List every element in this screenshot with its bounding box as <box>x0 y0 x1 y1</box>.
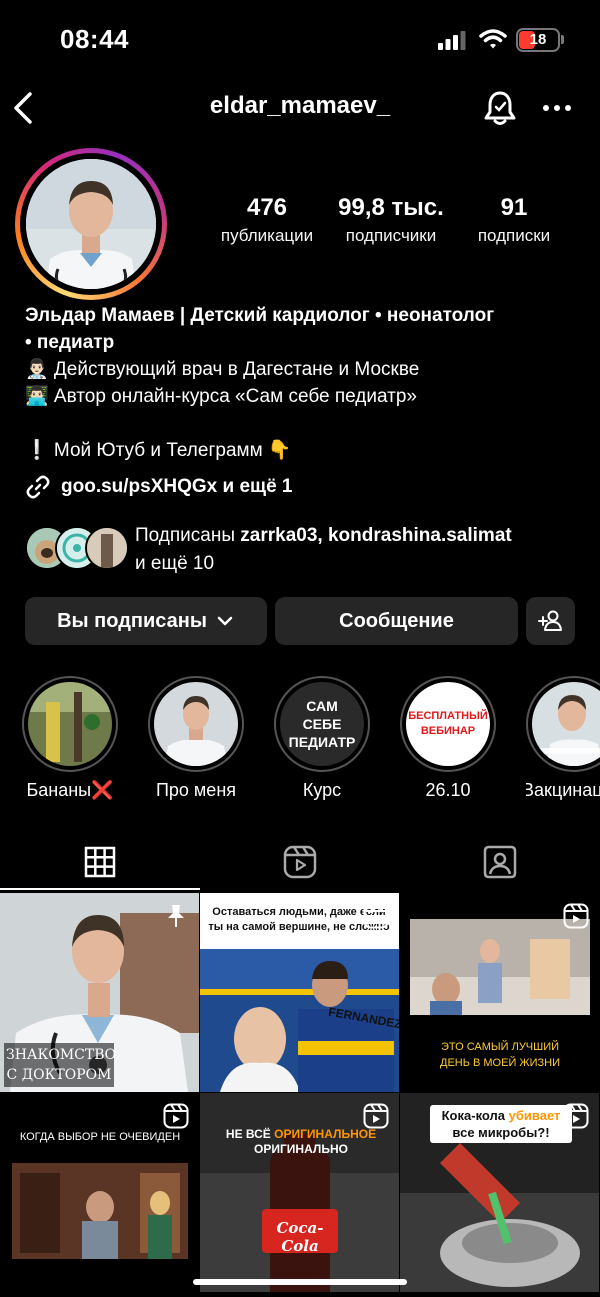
highlight-cover: БЕСПЛАТНЫЙ ВЕБИНАР <box>406 682 490 766</box>
caption-part: все микробы?! <box>452 1125 550 1140</box>
profile-display-name: Эльдар Мамаев | Детский кардиолог • неон… <box>25 305 495 326</box>
highlight-item[interactable]: Про меня <box>148 676 244 801</box>
battery-level: 18 <box>529 31 547 48</box>
post-caption: ЗНАКОМСТВО С ДОКТОРОМ <box>4 1043 116 1087</box>
profile-content-tabs <box>0 834 600 890</box>
highlight-cover: САМ СЕБЕ ПЕДИАТР <box>280 682 364 766</box>
post-caption: ЭТО САМЫЙ ЛУЧШИЙ ДЕНЬ В МОЕЙ ЖИЗНИ <box>440 1041 560 1069</box>
followers-count-stat[interactable]: 99,8 тыс. подписчики <box>332 194 450 246</box>
reels-icon <box>163 1103 189 1129</box>
highlight-cover <box>28 682 112 766</box>
profile-avatar-story-ring[interactable] <box>15 148 167 300</box>
highlight-item[interactable]: Вакцинация <box>526 676 600 801</box>
highlight-label: 26.10 <box>425 780 471 800</box>
profile-bio: Эльдар Мамаев | Детский кардиолог • неон… <box>25 302 585 500</box>
posts-count-stat[interactable]: 476 публикации <box>214 194 320 246</box>
grid-post[interactable]: Кока-кола убивает все микробы?! <box>400 1093 599 1292</box>
mutual-follower-username[interactable]: kondrashina.salimat <box>328 525 512 546</box>
mutual-followers-avatars <box>25 526 129 572</box>
followers-label: подписчики <box>345 226 437 245</box>
reels-icon <box>283 845 317 879</box>
message-button-label: Сообщение <box>339 609 454 632</box>
message-button[interactable]: Сообщение <box>275 597 518 645</box>
chevron-down-icon <box>217 616 233 626</box>
caption-part: Кока-кола <box>441 1108 506 1123</box>
avatar <box>85 526 129 570</box>
profile-display-name-cont: • педиатр <box>25 332 115 353</box>
add-person-icon <box>537 610 562 631</box>
home-indicator[interactable] <box>193 1279 407 1285</box>
bio-link-text: goo.su/psXHQGx и ещё 1 <box>61 476 293 497</box>
highlight-label: Курс <box>302 780 342 800</box>
highlight-cover-text: БЕСПЛАТНЫЙ ВЕБИНАР <box>408 710 488 737</box>
highlight-cover <box>154 682 238 766</box>
highlight-label: Вакцинация <box>526 780 600 800</box>
reels-icon <box>563 903 589 929</box>
bottle-label: Coca-Cola <box>276 1219 324 1255</box>
reels-icon <box>563 1103 589 1129</box>
wifi-icon <box>479 29 507 49</box>
tab-tagged[interactable] <box>400 834 600 890</box>
following-count: 91 <box>500 194 528 221</box>
highlight-item[interactable]: САМ СЕБЕ ПЕДИАТР Курс <box>274 676 370 801</box>
avatar <box>26 159 156 289</box>
mutual-follower-username[interactable]: zarrka03 <box>240 525 317 546</box>
battery-icon: 18 <box>516 28 560 52</box>
grid-icon <box>84 846 116 878</box>
separator: , <box>317 525 323 546</box>
bio-line: 👨🏻‍💻 Автор онлайн-курса «Сам себе педиат… <box>25 386 417 407</box>
status-bar: 08:44 18 <box>0 0 600 80</box>
followed-by-prefix: Подписаны <box>135 525 236 546</box>
caption-part: ОРИГИНАЛЬНО <box>254 1142 348 1156</box>
followed-by-suffix: и ещё 10 <box>135 553 215 574</box>
tab-reels[interactable] <box>200 834 400 890</box>
link-icon <box>26 475 50 498</box>
reels-icon <box>363 903 389 929</box>
following-button[interactable]: Вы подписаны <box>25 597 267 645</box>
notification-bell-icon[interactable] <box>482 88 518 128</box>
bio-line: ❕ Мой Ютуб и Телеграмм 👇 <box>25 440 292 461</box>
reels-icon <box>363 1103 389 1129</box>
suggest-users-button[interactable] <box>526 597 575 645</box>
status-time: 08:44 <box>60 24 129 54</box>
caption-highlight: ОРИГИНАЛЬНОЕ <box>274 1127 377 1141</box>
caption-highlight: убивает <box>508 1108 561 1123</box>
pinned-icon <box>168 905 184 927</box>
bio-line: 👨🏻‍⚕️ Действующий врач в Дагестане и Мос… <box>25 359 420 380</box>
highlight-item[interactable]: Бананы❌ <box>22 676 118 801</box>
caption-part: НЕ ВСЁ <box>225 1127 271 1141</box>
post-caption: Кока-кола убивает все микробы?! <box>430 1105 572 1143</box>
followed-by-text: Подписаны zarrka03, kondrashina.salimat … <box>135 522 585 578</box>
highlight-label: Бананы❌ <box>26 780 114 800</box>
tab-posts-grid[interactable] <box>0 834 200 890</box>
posts-label: публикации <box>220 226 314 245</box>
following-button-label: Вы подписаны <box>57 609 207 632</box>
post-caption: КОГДА ВЫБОР НЕ ОЧЕВИДЕН <box>19 1131 181 1143</box>
more-options-icon[interactable] <box>540 94 574 122</box>
grid-post[interactable]: КОГДА ВЫБОР НЕ ОЧЕВИДЕН <box>0 1093 199 1292</box>
followed-by-row[interactable]: Подписаны zarrka03, kondrashina.salimat … <box>25 522 585 578</box>
highlight-label: Про меня <box>155 780 237 800</box>
highlight-cover-text: САМ СЕБЕ ПЕДИАТР <box>288 698 356 750</box>
tagged-person-icon <box>483 845 517 879</box>
grid-post[interactable]: ЭТО САМЫЙ ЛУЧШИЙ ДЕНЬ В МОЕЙ ЖИЗНИ <box>400 893 599 1092</box>
battery-cap <box>561 35 564 44</box>
active-tab-indicator <box>0 888 200 890</box>
cellular-signal-icon <box>438 31 466 50</box>
grid-post[interactable]: ЗНАКОМСТВО С ДОКТОРОМ <box>0 893 199 1092</box>
highlight-cover <box>532 682 600 766</box>
followers-count: 99,8 тыс. <box>338 194 444 221</box>
bio-link[interactable]: goo.su/psXHQGx и ещё 1 <box>25 473 585 500</box>
post-caption: НЕ ВСЁ ОРИГИНАЛЬНОЕ ОРИГИНАЛЬНО <box>206 1127 396 1157</box>
grid-post[interactable]: НЕ ВСЁ ОРИГИНАЛЬНОЕ ОРИГИНАЛЬНО Coca-Col… <box>200 1093 399 1292</box>
posts-count: 476 <box>246 194 288 221</box>
highlight-item[interactable]: БЕСПЛАТНЫЙ ВЕБИНАР 26.10 <box>400 676 496 801</box>
following-label: подписки <box>477 226 551 245</box>
profile-nav-bar: eldar_mamaev_ <box>0 80 600 136</box>
following-count-stat[interactable]: 91 подписки <box>462 194 566 246</box>
grid-post[interactable]: Оставаться людьми, даже если ты на самой… <box>200 893 399 1092</box>
